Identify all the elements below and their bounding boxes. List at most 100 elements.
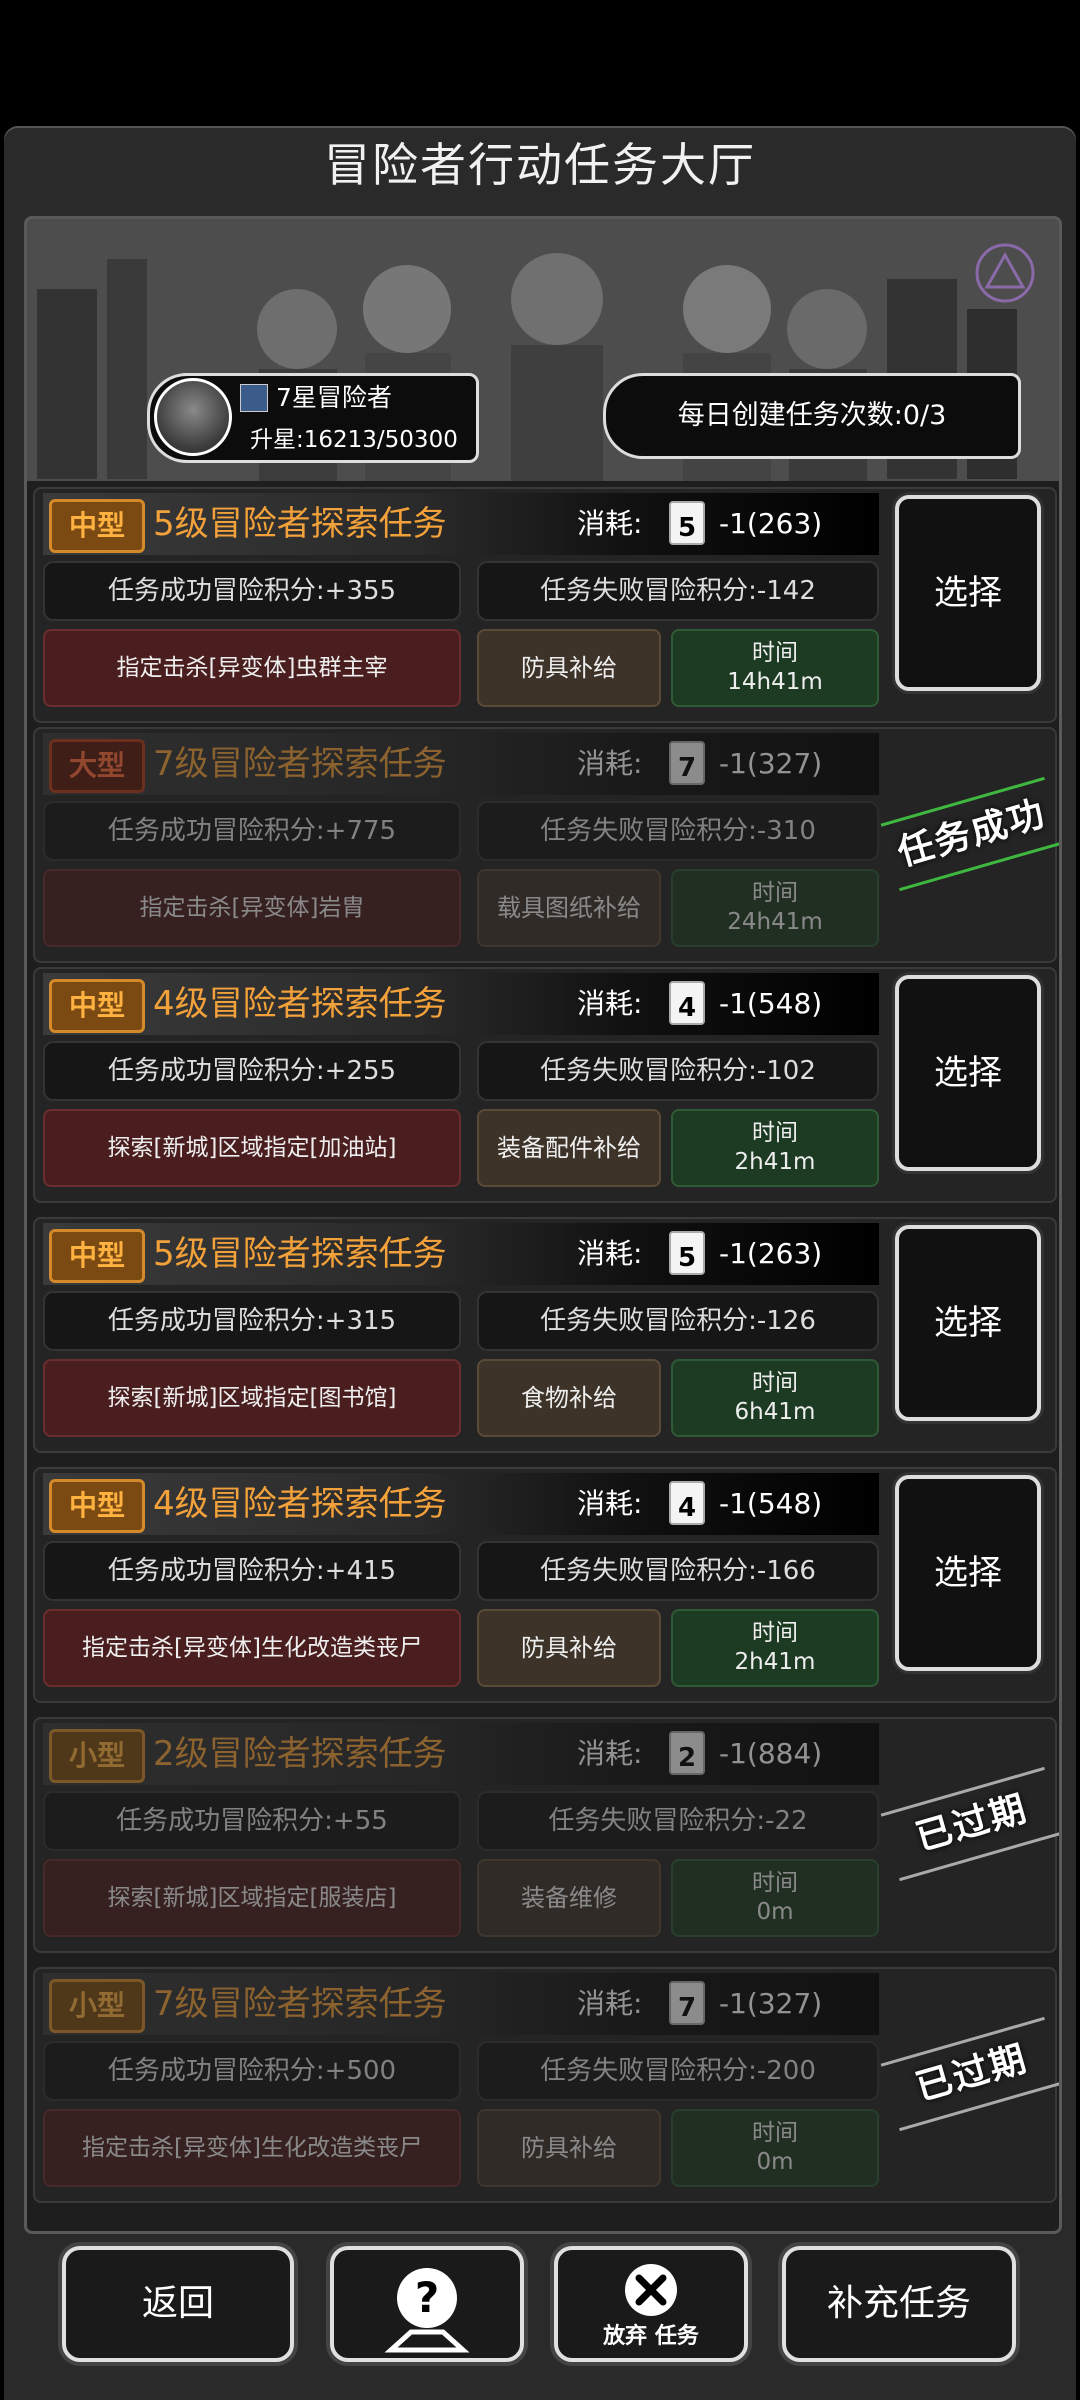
size-badge: 大型 <box>49 739 145 793</box>
mission-reward: 载具图纸补给 <box>477 869 661 947</box>
mission-reward: 防具补给 <box>477 629 661 707</box>
fail-score: 任务失败冒险积分:-166 <box>477 1541 879 1601</box>
mission-time: 时间 24h41m <box>671 869 879 947</box>
mission-target: 探索[新城]区域指定[服装店] <box>43 1859 461 1937</box>
time-label: 时间 <box>752 880 798 906</box>
time-value: 0m <box>756 1899 794 1925</box>
abandon-task-button[interactable]: 放弃 任务 <box>554 2246 748 2362</box>
mission-frame: 7星冒险者 升星:16213/50300 每日创建任务次数:0/3 中型 5级冒… <box>24 216 1062 2234</box>
level-card-icon: 4 <box>669 1481 705 1525</box>
cost-value: -1(548) <box>719 1487 823 1520</box>
adventurer-banner: 7星冒险者 升星:16213/50300 每日创建任务次数:0/3 <box>27 219 1059 481</box>
time-label: 时间 <box>752 1370 798 1396</box>
cost-label: 消耗: <box>577 747 643 780</box>
success-score: 任务成功冒险积分:+255 <box>43 1041 461 1101</box>
player-info-box[interactable]: 7星冒险者 升星:16213/50300 <box>147 373 479 463</box>
level-card-icon: 7 <box>669 741 705 785</box>
level-card-icon: 5 <box>669 1231 705 1275</box>
mission-title: 4级冒险者探索任务 <box>153 1484 447 1524</box>
close-circle-icon <box>625 2264 677 2316</box>
time-value: 6h41m <box>734 1399 816 1425</box>
time-value: 24h41m <box>727 909 823 935</box>
select-button[interactable]: 选择 <box>895 975 1041 1171</box>
upgrade-progress: 升星:16213/50300 <box>250 427 458 453</box>
mission-card: 中型 5级冒险者探索任务 消耗: 5 -1(263) 任务成功冒险积分:+355… <box>33 487 1057 723</box>
success-score: 任务成功冒险积分:+315 <box>43 1291 461 1351</box>
fail-score: 任务失败冒险积分:-102 <box>477 1041 879 1101</box>
mission-header: 中型 5级冒险者探索任务 消耗: 5 -1(263) <box>43 1223 879 1285</box>
mission-header: 中型 5级冒险者探索任务 消耗: 5 -1(263) <box>43 493 879 555</box>
mission-hall-panel: 冒险者行动任务大厅 7星冒险者 升星:16213/50300 每日创建任务次数:… <box>4 126 1076 2400</box>
cost-value: -1(327) <box>719 747 823 780</box>
cost-value: -1(548) <box>719 987 823 1020</box>
mission-time: 时间 14h41m <box>671 629 879 707</box>
success-score: 任务成功冒险积分:+355 <box>43 561 461 621</box>
mission-card: 中型 4级冒险者探索任务 消耗: 4 -1(548) 任务成功冒险积分:+255… <box>33 967 1057 1203</box>
bottom-action-bar: 返回 ? 放弃 任务 补充任务 <box>0 2240 1080 2400</box>
success-score: 任务成功冒险积分:+500 <box>43 2041 461 2101</box>
mission-time: 时间 2h41m <box>671 1609 879 1687</box>
mission-time: 时间 0m <box>671 1859 879 1937</box>
mission-target: 探索[新城]区域指定[加油站] <box>43 1109 461 1187</box>
mission-expired-stamp: 已过期 <box>880 1766 1059 1882</box>
cost-label: 消耗: <box>577 507 643 540</box>
time-label: 时间 <box>752 2120 798 2146</box>
select-button[interactable]: 选择 <box>895 495 1041 691</box>
mission-title: 2级冒险者探索任务 <box>153 1734 447 1774</box>
time-label: 时间 <box>752 640 798 666</box>
level-card-icon: 2 <box>669 1731 705 1775</box>
mission-success-stamp: 任务成功 <box>880 776 1059 892</box>
help-button[interactable]: ? <box>330 2246 524 2362</box>
cost-label: 消耗: <box>577 1737 643 1770</box>
mission-target: 指定击杀[异变体]生化改造类丧尸 <box>43 2109 461 2187</box>
select-button[interactable]: 选择 <box>895 1475 1041 1671</box>
mission-reward: 防具补给 <box>477 2109 661 2187</box>
select-button[interactable]: 选择 <box>895 1225 1041 1421</box>
mission-reward: 食物补给 <box>477 1359 661 1437</box>
mission-card: 中型 4级冒险者探索任务 消耗: 4 -1(548) 任务成功冒险积分:+415… <box>33 1467 1057 1703</box>
mission-card: 小型 2级冒险者探索任务 消耗: 2 -1(884) 任务成功冒险积分:+55 … <box>33 1717 1059 1953</box>
cost-label: 消耗: <box>577 1237 643 1270</box>
cost-value: -1(327) <box>719 1987 823 2020</box>
mission-header: 大型 7级冒险者探索任务 消耗: 7 -1(327) <box>43 733 879 795</box>
fail-score: 任务失败冒险积分:-126 <box>477 1291 879 1351</box>
size-badge: 中型 <box>49 499 145 553</box>
mission-header: 小型 7级冒险者探索任务 消耗: 7 -1(327) <box>43 1973 879 2035</box>
back-label: 返回 <box>141 2283 214 2324</box>
fail-score: 任务失败冒险积分:-22 <box>477 1791 879 1851</box>
page-title: 冒险者行动任务大厅 <box>324 138 756 192</box>
mission-reward: 装备维修 <box>477 1859 661 1937</box>
time-value: 2h41m <box>734 1149 816 1175</box>
mission-title: 7级冒险者探索任务 <box>153 744 447 784</box>
mission-target: 指定击杀[异变体]生化改造类丧尸 <box>43 1609 461 1687</box>
cost-label: 消耗: <box>577 1487 643 1520</box>
level-card-icon: 4 <box>669 981 705 1025</box>
level-card-icon: 7 <box>669 1981 705 2025</box>
time-label: 时间 <box>752 1620 798 1646</box>
size-badge: 小型 <box>49 1979 145 2033</box>
mission-time: 时间 6h41m <box>671 1359 879 1437</box>
success-score: 任务成功冒险积分:+415 <box>43 1541 461 1601</box>
rank-crown-icon <box>240 384 268 412</box>
time-label: 时间 <box>752 1870 798 1896</box>
success-score: 任务成功冒险积分:+775 <box>43 801 461 861</box>
size-badge: 中型 <box>49 1479 145 1533</box>
mission-header: 中型 4级冒险者探索任务 消耗: 4 -1(548) <box>43 973 879 1035</box>
level-card-icon: 5 <box>669 501 705 545</box>
cost-label: 消耗: <box>577 987 643 1020</box>
success-score: 任务成功冒险积分:+55 <box>43 1791 461 1851</box>
replenish-task-button[interactable]: 补充任务 <box>782 2246 1016 2362</box>
back-button[interactable]: 返回 <box>62 2246 294 2362</box>
cost-label: 消耗: <box>577 1987 643 2020</box>
mission-time: 时间 0m <box>671 2109 879 2187</box>
mission-card: 大型 7级冒险者探索任务 消耗: 7 -1(327) 任务成功冒险积分:+775… <box>33 727 1059 963</box>
cost-value: -1(263) <box>719 507 823 540</box>
mission-time: 时间 2h41m <box>671 1109 879 1187</box>
mission-target: 指定击杀[异变体]岩胄 <box>43 869 461 947</box>
mission-reward: 装备配件补给 <box>477 1109 661 1187</box>
mission-header: 小型 2级冒险者探索任务 消耗: 2 -1(884) <box>43 1723 879 1785</box>
cost-value: -1(884) <box>719 1737 823 1770</box>
svg-text:?: ? <box>415 2273 439 2322</box>
daily-create-count: 每日创建任务次数:0/3 <box>603 373 1021 459</box>
mission-title: 5级冒险者探索任务 <box>153 504 447 544</box>
